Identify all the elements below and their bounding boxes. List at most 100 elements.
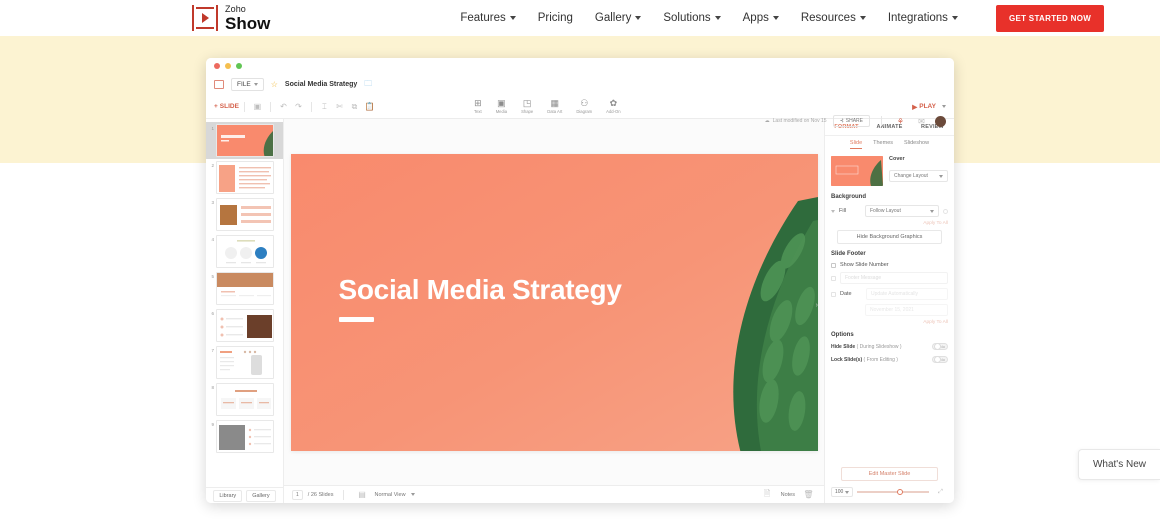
chevron-down-icon[interactable] (942, 105, 946, 108)
list-item[interactable]: 3 (206, 196, 283, 233)
list-item[interactable]: 4 (206, 233, 283, 270)
footer-message-checkbox[interactable] (831, 275, 836, 281)
zoho-show-logo[interactable]: Zoho Show (192, 4, 270, 32)
insert-media-button[interactable]: ▣ Media (496, 99, 507, 115)
zoom-value-input[interactable]: 100 (831, 487, 854, 497)
slide-thumbnail[interactable] (216, 346, 274, 379)
slide-thumbnail[interactable] (216, 235, 274, 268)
next-slide-arrow-icon[interactable]: › (816, 302, 818, 309)
gallery-button[interactable]: Gallery (246, 489, 276, 502)
nav-item-features[interactable]: Features (460, 12, 516, 24)
footer-message-input[interactable]: Footer Message (840, 272, 948, 284)
zoom-slider-handle[interactable] (896, 488, 903, 495)
show-slide-number-checkbox[interactable] (831, 262, 836, 268)
list-item[interactable]: 2 (206, 159, 283, 196)
current-page-input[interactable]: 1 (292, 489, 303, 500)
insert-text-button[interactable]: ⊞ Text (474, 99, 482, 115)
delete-icon[interactable]: 🗑 (803, 490, 813, 499)
document-title[interactable]: Social Media Strategy (285, 81, 357, 88)
file-menu-button[interactable]: FILE (231, 78, 264, 91)
close-window-icon[interactable] (214, 63, 220, 69)
background-apply-to-all[interactable]: Apply To All (831, 221, 948, 226)
panel-content: Cover Change Layout Background Fill Foll… (825, 152, 954, 463)
date-mode-dropdown[interactable]: Update Automatically (866, 288, 948, 300)
user-avatar[interactable] (935, 115, 946, 127)
slide-thumbnail[interactable] (216, 198, 274, 231)
date-value-input[interactable]: November 15, 2021 (865, 304, 948, 316)
view-mode-label[interactable]: Normal View (374, 492, 405, 498)
thumbnail-preview-icon (217, 236, 273, 267)
thumbnail-list[interactable]: 1 2 3 4 5 6 7 8 9 (206, 119, 283, 487)
comment-icon[interactable]: ✉ (917, 117, 926, 126)
slide-title-text[interactable]: Social Media Strategy (339, 274, 622, 306)
insert-diagram-button[interactable]: ⚇ Diagram (576, 99, 592, 115)
list-item[interactable]: 6 (206, 307, 283, 344)
copy-icon[interactable]: ⧉ (350, 102, 359, 111)
whats-new-tab[interactable]: What's New (1077, 449, 1160, 480)
maximize-window-icon[interactable] (236, 63, 242, 69)
nav-item-solutions[interactable]: Solutions (663, 12, 721, 24)
insert-shape-button[interactable]: ◳ Shape (521, 99, 533, 115)
minimize-window-icon[interactable] (225, 63, 231, 69)
notes-label[interactable]: Notes (781, 492, 795, 498)
list-item[interactable]: 7 (206, 344, 283, 381)
zoom-slider[interactable] (857, 488, 929, 495)
insert-data-art-button[interactable]: ▦ Data Art (547, 99, 562, 115)
expand-icon[interactable] (831, 209, 835, 213)
chevron-down-icon[interactable] (410, 493, 415, 496)
hide-slide-toggle[interactable]: No (932, 343, 948, 350)
slide-thumbnail[interactable] (216, 161, 274, 194)
favorite-star-icon[interactable]: ☆ (271, 80, 278, 89)
app-home-icon[interactable] (214, 80, 224, 89)
format-painter-icon[interactable]: ⌶ (320, 102, 329, 111)
subtab-slide[interactable]: Slide (849, 140, 863, 149)
cover-preview[interactable] (831, 156, 883, 186)
list-item[interactable]: 9 (206, 418, 283, 455)
library-button[interactable]: Library (213, 489, 243, 502)
folder-icon[interactable]: 🗀 (364, 78, 372, 92)
nav-item-resources[interactable]: Resources (801, 12, 866, 24)
add-slide-button[interactable]: + SLIDE (214, 103, 239, 110)
subtab-slideshow[interactable]: Slideshow (904, 140, 929, 148)
active-slide[interactable]: Social Media Strategy (290, 153, 818, 451)
undo-icon[interactable]: ↶ (279, 102, 288, 111)
slide-thumbnail[interactable] (216, 383, 274, 416)
paste-icon[interactable]: 📋 (364, 102, 374, 111)
duplicate-slide-icon[interactable]: ▣ (253, 102, 262, 111)
add-collaborator-icon[interactable]: ⚘ (896, 117, 905, 126)
fill-dropdown[interactable]: Follow Layout (865, 205, 939, 217)
fit-to-screen-icon[interactable]: ⤢ (936, 488, 945, 497)
slide-thumbnail[interactable] (216, 309, 274, 342)
edit-master-slide-button[interactable]: Edit Master Slide (841, 467, 938, 481)
hide-background-graphics-button[interactable]: Hide Background Graphics (837, 230, 942, 244)
slide-thumbnail[interactable] (216, 420, 274, 453)
date-row[interactable]: Date Update Automatically (831, 288, 948, 300)
play-button[interactable]: ▶ PLAY (912, 103, 936, 111)
slide-thumbnail[interactable] (216, 124, 274, 157)
nav-item-integrations[interactable]: Integrations (888, 12, 958, 24)
list-item[interactable]: 8 (206, 381, 283, 418)
list-item[interactable]: 5 (206, 270, 283, 307)
footer-apply-to-all[interactable]: Apply To All (831, 320, 948, 325)
slide-thumbnail[interactable] (216, 272, 274, 305)
nav-item-pricing[interactable]: Pricing (538, 12, 573, 24)
list-item[interactable]: 1 (206, 122, 283, 159)
nav-item-gallery[interactable]: Gallery (595, 12, 642, 24)
share-button[interactable]: ⊰ SHARE (832, 115, 870, 127)
get-started-button[interactable]: GET STARTED NOW (995, 4, 1105, 32)
fill-color-swatch[interactable] (943, 208, 948, 214)
change-layout-dropdown[interactable]: Change Layout (889, 170, 948, 182)
insert-add-on-button[interactable]: ✿ Add-On (606, 99, 620, 115)
lock-slide-toggle[interactable]: No (932, 356, 948, 363)
notes-icon[interactable]: 🗎 (763, 489, 772, 499)
show-slide-number-row[interactable]: Show Slide Number (831, 262, 948, 268)
cut-icon[interactable]: ✄ (335, 102, 344, 111)
nav-item-apps[interactable]: Apps (743, 12, 779, 24)
footer-message-row[interactable]: Footer Message (831, 272, 948, 284)
share-label: SHARE (845, 118, 863, 124)
date-checkbox[interactable] (831, 291, 836, 297)
view-mode-icon[interactable]: ▤ (357, 490, 366, 499)
subtab-themes[interactable]: Themes (873, 140, 893, 148)
redo-icon[interactable]: ↷ (294, 102, 303, 111)
add-slide-label: SLIDE (219, 103, 239, 110)
